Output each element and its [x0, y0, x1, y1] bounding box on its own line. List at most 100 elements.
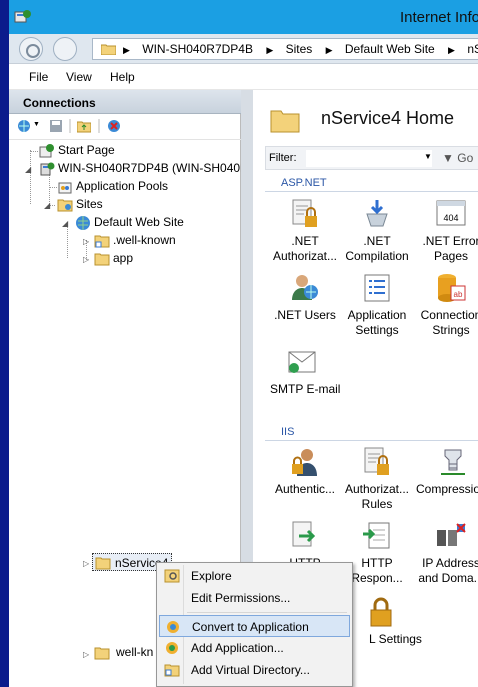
toolbar-divider: [69, 119, 71, 133]
menu-file[interactable]: File: [29, 70, 48, 84]
section-iis[interactable]: IIS: [281, 426, 294, 438]
compression-icon: [441, 449, 465, 475]
menu-view[interactable]: View: [66, 70, 92, 84]
menu-bar: File View Help: [9, 64, 478, 90]
net-error-pages-icon: 404: [436, 200, 466, 226]
feature-application-settings[interactable]: Application Settings: [342, 272, 412, 338]
menu-item-add-virtual-directory[interactable]: Add Virtual Directory...: [159, 659, 350, 681]
dropdown-arrow-icon[interactable]: ▼: [33, 121, 40, 128]
feature-label: .NET Users: [274, 308, 336, 322]
feature-label: Strings: [432, 323, 470, 337]
home-header: nService4 Home: [253, 90, 478, 144]
feature-label: Settings: [355, 323, 399, 337]
menu-item-edit-permissions[interactable]: Edit Permissions...: [159, 587, 350, 609]
section-aspnet[interactable]: ASP.NET: [281, 177, 327, 189]
feature-label: .NET Error: [422, 234, 478, 248]
feature-ssl-settings[interactable]: L Settings: [351, 596, 431, 647]
collapse-triangle-icon[interactable]: ◢: [25, 165, 31, 174]
up-folder-icon[interactable]: [77, 119, 91, 133]
forward-button[interactable]: [53, 37, 77, 61]
feature-label: Application: [347, 308, 407, 322]
feature-label: .NET: [291, 234, 319, 248]
tree-label: WIN-SH040R7DP4B (WIN-SH040R7: [58, 161, 256, 175]
feature-label: and Doma...: [418, 571, 478, 585]
crumb-nservice[interactable]: nService4: [467, 42, 478, 56]
collapse-triangle-icon[interactable]: ◢: [62, 219, 68, 228]
feature-authorization-rules[interactable]: Authorizat... Rules: [342, 446, 412, 512]
expand-triangle-icon[interactable]: ▷: [83, 559, 89, 568]
feature-label: Rules: [361, 497, 393, 511]
ip-address-icon: [437, 523, 466, 546]
crumb-default-site[interactable]: Default Web Site: [345, 42, 435, 56]
save-icon[interactable]: [49, 119, 63, 133]
iis-app-icon: [14, 10, 31, 23]
disconnect-icon[interactable]: [107, 119, 121, 133]
svg-text:ab: ab: [454, 290, 463, 299]
folder-icon: [94, 253, 110, 266]
menu-item-convert-to-application[interactable]: Convert to Application: [159, 615, 350, 637]
title-bar[interactable]: Internet Info: [9, 0, 478, 34]
expand-triangle-icon[interactable]: ▷: [83, 650, 89, 659]
folder-icon: [101, 44, 116, 55]
connections-toolbar: ▼: [9, 114, 241, 140]
filter-funnel-icon: ▼: [442, 151, 454, 165]
menu-item-add-application[interactable]: Add Application...: [159, 637, 350, 659]
feature-label: SMTP E-mail: [270, 382, 341, 396]
menu-item-explore[interactable]: Explore: [159, 565, 350, 587]
filter-input[interactable]: [306, 150, 432, 167]
tree-label: Sites: [76, 197, 103, 211]
tree-label: Default Web Site: [94, 215, 184, 229]
feature-ip-address-domain[interactable]: IP Address and Doma...: [416, 520, 478, 586]
net-users-icon: [292, 275, 318, 300]
chevron-right-icon: ▶: [266, 45, 274, 55]
http-response-headers-icon: [363, 522, 390, 549]
go-label: Go: [457, 151, 474, 165]
folder-icon: [94, 647, 110, 660]
feature-net-error-pages[interactable]: 404 .NET Error Pages: [416, 198, 478, 264]
chevron-right-icon: ▶: [325, 45, 333, 55]
feature-label: Authorizat...: [344, 482, 410, 496]
go-button[interactable]: ▼ Go: [442, 151, 473, 165]
page-title: nService4 Home: [321, 108, 455, 128]
back-button[interactable]: [19, 37, 43, 61]
ssl-lock-icon: [370, 597, 392, 627]
collapse-triangle-icon[interactable]: ◢: [44, 201, 50, 210]
tree-label: app: [113, 251, 134, 265]
menu-help[interactable]: Help: [110, 70, 135, 84]
feature-net-authorization[interactable]: .NET Authorizat...: [270, 198, 340, 264]
folder-icon: [270, 110, 300, 133]
expand-triangle-icon[interactable]: ▷: [83, 237, 89, 246]
feature-net-users[interactable]: .NET Users: [270, 272, 340, 323]
http-redirect-icon: [292, 521, 316, 547]
breadcrumb[interactable]: ▶ WIN-SH040R7DP4B ▶ Sites ▶ Default Web …: [92, 38, 478, 60]
feature-label: Authorizat...: [272, 249, 338, 263]
add-virtual-directory-icon: [164, 664, 180, 677]
address-bar: ▶ WIN-SH040R7DP4B ▶ Sites ▶ Default Web …: [9, 34, 478, 64]
tree-label: Application Pools: [76, 179, 169, 193]
feature-label: Compression: [416, 482, 478, 496]
toolbar-divider: [98, 119, 100, 133]
feature-connection-strings[interactable]: ab Connection Strings: [416, 272, 478, 338]
menu-item-label: Edit Permissions...: [191, 591, 291, 605]
crumb-sites[interactable]: Sites: [286, 42, 313, 56]
dropdown-arrow-icon[interactable]: ▼: [424, 152, 432, 161]
connection-strings-icon: ab: [438, 274, 466, 302]
globe-icon: [76, 216, 90, 230]
application-settings-icon: [364, 274, 390, 302]
crumb-server[interactable]: WIN-SH040R7DP4B: [142, 42, 253, 56]
feature-authentication[interactable]: Authentic...: [270, 446, 340, 497]
authentication-icon: [292, 449, 317, 476]
context-menu: Explore Edit Permissions... Convert to A…: [156, 562, 353, 687]
menu-item-label: Convert to Application: [192, 620, 309, 634]
feature-smtp-email[interactable]: SMTP E-mail: [270, 346, 350, 397]
feature-compression[interactable]: Compression: [416, 446, 478, 497]
connect-globe-icon[interactable]: [17, 119, 31, 133]
expand-triangle-icon[interactable]: ▷: [83, 255, 89, 264]
feature-label: IP Address: [422, 556, 478, 570]
chevron-right-icon: ▶: [448, 45, 455, 55]
menu-item-label: Add Application...: [191, 641, 284, 655]
feature-net-compilation[interactable]: .NET Compilation: [342, 198, 412, 264]
server-icon: [40, 162, 55, 176]
filter-bar: Filter: ▼ ▼ Go: [265, 146, 478, 170]
sites-folder-icon: [57, 199, 73, 212]
